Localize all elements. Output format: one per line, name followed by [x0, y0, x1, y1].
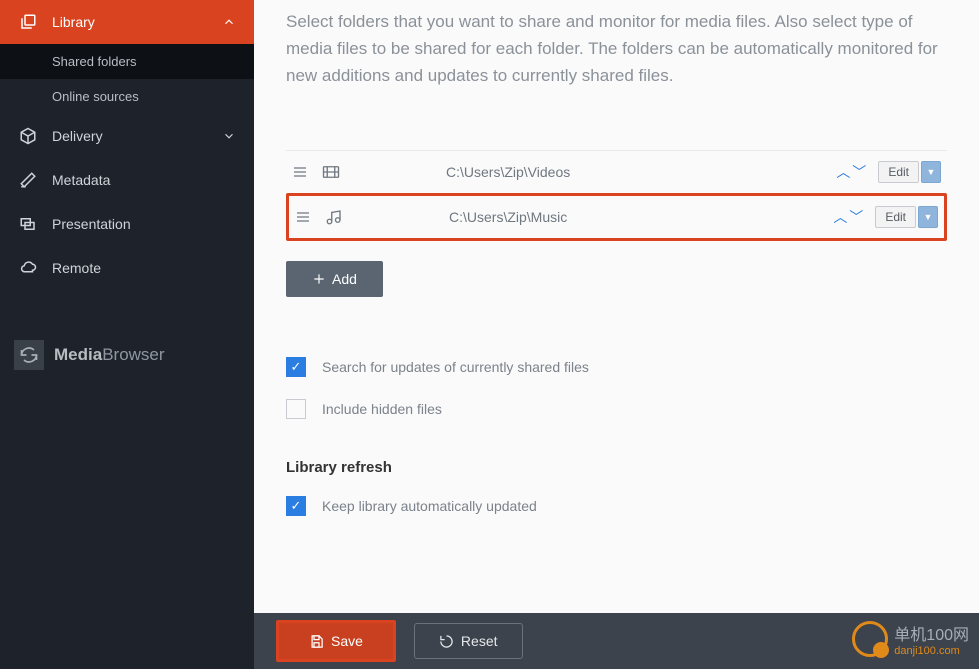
sidebar-item-label: Metadata [52, 172, 110, 188]
folder-list: C:\Users\Zip\Videos ︿﹀ Edit ▼ C:\Users\Z… [286, 150, 947, 241]
sidebar-item-label: Delivery [52, 128, 103, 144]
watermark-icon [852, 621, 888, 657]
sidebar-item-label: Presentation [52, 216, 131, 232]
edit-dropdown-icon[interactable]: ▼ [918, 206, 938, 228]
reset-button-label: Reset [461, 633, 498, 649]
checkbox-auto-update[interactable]: ✓ [286, 496, 306, 516]
save-button[interactable]: Save [276, 620, 396, 662]
edit-icon [18, 170, 38, 190]
sidebar-item-remote[interactable]: Remote [0, 246, 254, 290]
reset-button[interactable]: Reset [414, 623, 523, 659]
move-up-down-icon[interactable]: ︿﹀ [833, 207, 865, 227]
copy-icon [18, 12, 38, 32]
logo: MediaBrowser [0, 320, 254, 390]
sidebar-item-library[interactable]: Library [0, 0, 254, 44]
option-search-updates: ✓ Search for updates of currently shared… [286, 357, 947, 377]
option-label: Search for updates of currently shared f… [322, 359, 589, 375]
chevron-up-icon [222, 15, 236, 29]
add-button-label: Add [332, 271, 357, 287]
edit-dropdown-icon[interactable]: ▼ [921, 161, 941, 183]
watermark-text: 单机100网 [894, 621, 969, 645]
main: Select folders that you want to share an… [254, 0, 979, 669]
sidebar: Library Shared folders Online sources De… [0, 0, 254, 669]
sidebar-item-label: Remote [52, 260, 101, 276]
options: ✓ Search for updates of currently shared… [286, 357, 947, 516]
edit-button[interactable]: Edit [878, 161, 919, 183]
sidebar-item-label: Library [52, 14, 95, 30]
layers-icon [18, 214, 38, 234]
sync-icon [14, 340, 44, 370]
checkbox-search-updates[interactable]: ✓ [286, 357, 306, 377]
music-icon [325, 208, 359, 226]
option-auto-update: ✓ Keep library automatically updated [286, 496, 947, 516]
option-hidden-files: Include hidden files [286, 399, 947, 419]
box-icon [18, 126, 38, 146]
edit-button[interactable]: Edit [875, 206, 916, 228]
option-label: Include hidden files [322, 401, 442, 417]
folder-row: C:\Users\Zip\Videos ︿﹀ Edit ▼ [286, 150, 947, 193]
video-icon [322, 163, 356, 181]
folder-path: C:\Users\Zip\Videos [356, 164, 836, 180]
cloud-icon [18, 258, 38, 278]
sidebar-item-delivery[interactable]: Delivery [0, 114, 254, 158]
plus-icon [312, 272, 326, 286]
logo-text: MediaBrowser [54, 345, 165, 365]
content: Select folders that you want to share an… [254, 0, 979, 613]
drag-handle-icon[interactable] [292, 164, 314, 180]
checkbox-hidden-files[interactable] [286, 399, 306, 419]
folder-row: C:\Users\Zip\Music ︿﹀ Edit ▼ [286, 193, 947, 241]
move-up-down-icon[interactable]: ︿﹀ [836, 162, 868, 182]
watermark-subtext: danji100.com [894, 645, 969, 657]
drag-handle-icon[interactable] [295, 209, 317, 225]
description: Select folders that you want to share an… [286, 0, 947, 90]
folder-path: C:\Users\Zip\Music [359, 209, 833, 225]
sidebar-item-presentation[interactable]: Presentation [0, 202, 254, 246]
chevron-down-icon [222, 129, 236, 143]
add-button[interactable]: Add [286, 261, 383, 297]
sidebar-subitem-shared-folders[interactable]: Shared folders [0, 44, 254, 79]
save-icon [309, 634, 324, 649]
sidebar-item-metadata[interactable]: Metadata [0, 158, 254, 202]
sidebar-subitem-online-sources[interactable]: Online sources [0, 79, 254, 114]
save-button-label: Save [331, 633, 363, 649]
library-refresh-title: Library refresh [286, 459, 947, 476]
watermark: 单机100网 danji100.com [852, 621, 969, 657]
option-label: Keep library automatically updated [322, 498, 537, 514]
reset-icon [439, 634, 454, 649]
